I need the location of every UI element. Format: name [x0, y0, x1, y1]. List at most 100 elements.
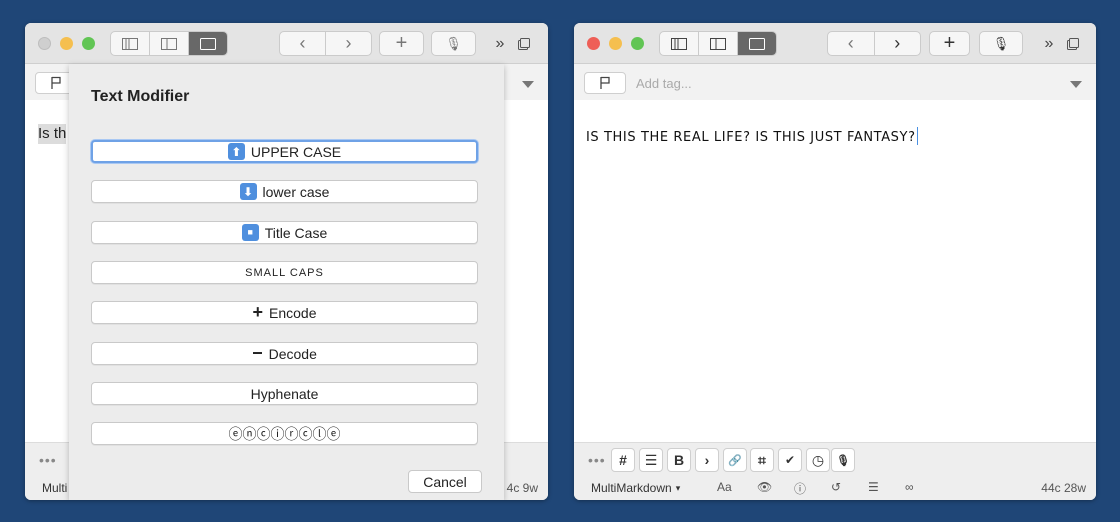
two-pane-icon [161, 37, 177, 50]
plus-icon: + [943, 32, 956, 54]
new-note-button[interactable]: + [929, 31, 970, 56]
chevron-left-icon: ‹ [299, 33, 306, 53]
link-button[interactable]: 🔗 [723, 448, 747, 472]
dictation-toolbar-button[interactable]: 🎙 [831, 448, 855, 472]
text-modifier-dialog: Text Modifier ⬆ UPPER CASE ⬇ lower case … [69, 64, 504, 500]
layout-segmented-control [110, 31, 228, 56]
three-pane-button[interactable] [660, 32, 699, 55]
three-pane-button[interactable] [111, 32, 150, 55]
cancel-button[interactable]: Cancel [408, 470, 482, 493]
close-button[interactable] [587, 37, 600, 50]
single-pane-button[interactable] [738, 32, 776, 55]
two-pane-button[interactable] [150, 32, 189, 55]
button-label: lower case [262, 183, 330, 200]
bold-icon: B [673, 452, 685, 468]
titlebar: ‹ › + 🎙 » [574, 23, 1096, 64]
dictation-button[interactable]: 🎙 [979, 31, 1023, 56]
chevron-right-icon: › [894, 33, 901, 53]
mode-selector[interactable]: Multi [42, 481, 67, 495]
chevron-down-icon: ▾ [675, 482, 681, 493]
chevron-right-icon: › [345, 33, 352, 53]
info-icon[interactable]: ⓘ [794, 480, 806, 497]
flag-button[interactable] [584, 72, 626, 94]
copy-icon[interactable] [1065, 32, 1081, 56]
editor[interactable]: IS THIS THE REAL LIFE? IS THIS JUST FANT… [574, 100, 1096, 442]
overflow-chevrons-icon[interactable]: » [1040, 32, 1058, 56]
small-caps-button[interactable]: SMALL CAPS [91, 261, 478, 284]
tag-dropdown-icon[interactable] [522, 81, 534, 88]
minus-icon: − [252, 343, 263, 363]
lower-case-button[interactable]: ⬇ lower case [91, 180, 478, 203]
font-size-button[interactable]: Aa [717, 480, 732, 494]
text-cursor [916, 127, 918, 145]
eye-icon[interactable]: 👁 [757, 480, 772, 494]
hyphenate-button[interactable]: Hyphenate [91, 382, 478, 405]
bottom-toolbar: ••• # ☰ B › 🔗 ⌗ ✔ ◷ 🎙 [574, 442, 1096, 476]
zoom-button[interactable] [631, 37, 644, 50]
left-window: ‹ › + 🎙 » Is th ••• Multi 4c 9w Text Mod… [25, 23, 548, 500]
history-icon[interactable]: ↺ [831, 480, 841, 494]
status-bar: MultiMarkdown ▾ Aa 👁 ⓘ ↺ ☰ ∞ 44c 28w [574, 476, 1096, 500]
list-icon: ☰ [644, 451, 658, 468]
image-button[interactable]: ⌗ [750, 448, 774, 472]
editor-text: IS THIS THE REAL LIFE? IS THIS JUST FANT… [586, 127, 918, 145]
outline-icon[interactable]: ☰ [868, 480, 879, 494]
todo-button[interactable]: ✔ [778, 448, 802, 472]
word-count: 44c 28w [1041, 481, 1086, 495]
arrow-up-icon: ⬆ [227, 143, 245, 160]
list-button[interactable]: ☰ [639, 448, 663, 472]
dictation-button[interactable]: 🎙 [431, 31, 476, 56]
button-label: Decode [268, 345, 317, 362]
editor-text-content: IS THIS THE REAL LIFE? IS THIS JUST FANT… [586, 130, 916, 145]
tag-input[interactable]: Add tag... [636, 76, 692, 91]
mode-selector[interactable]: MultiMarkdown ▾ [591, 481, 680, 495]
more-icon[interactable]: ••• [588, 452, 606, 468]
three-pane-icon [122, 37, 138, 50]
timestamp-button[interactable]: ◷ [806, 448, 830, 472]
editor-text: Is th [38, 124, 67, 144]
dialog-title: Text Modifier [91, 88, 190, 105]
flag-icon [600, 76, 610, 89]
clock-icon: ◷ [811, 451, 825, 468]
plus-icon: + [395, 32, 408, 54]
button-label: SMALL CAPS [245, 266, 324, 279]
microphone-icon: 🎙 [992, 35, 1010, 51]
single-pane-icon [200, 37, 216, 50]
encode-button[interactable]: + Encode [91, 301, 478, 324]
flag-icon [51, 76, 61, 89]
copy-icon[interactable] [516, 32, 532, 56]
chevron-right-icon: › [704, 452, 710, 468]
close-button[interactable] [38, 37, 51, 50]
link-icon[interactable]: ∞ [905, 480, 914, 494]
microphone-icon: 🎙 [445, 35, 462, 51]
back-button[interactable]: ‹ [828, 32, 875, 55]
hashtag-icon: # [619, 452, 627, 468]
bold-button[interactable]: B [667, 448, 691, 472]
link-icon: 🔗 [728, 454, 742, 467]
forward-button[interactable]: › [326, 32, 371, 55]
tag-bar: Add tag... [574, 64, 1096, 100]
three-pane-icon [671, 37, 687, 50]
minimize-button[interactable] [609, 37, 622, 50]
zoom-button[interactable] [82, 37, 95, 50]
quote-button[interactable]: › [695, 448, 719, 472]
two-pane-button[interactable] [699, 32, 738, 55]
minimize-button[interactable] [60, 37, 73, 50]
mode-label: MultiMarkdown [591, 481, 672, 495]
checkmark-icon: ✔ [784, 453, 796, 467]
forward-button[interactable]: › [875, 32, 921, 55]
upper-case-button[interactable]: ⬆ UPPER CASE [91, 140, 478, 163]
decode-button[interactable]: − Decode [91, 342, 478, 365]
nav-segmented-control: ‹ › [279, 31, 372, 56]
encircle-button[interactable]: ⓔⓝⓒⓘⓡⓒⓛⓔ [91, 422, 478, 445]
overflow-chevrons-icon[interactable]: » [491, 32, 509, 56]
new-note-button[interactable]: + [379, 31, 424, 56]
more-icon[interactable]: ••• [39, 452, 57, 468]
single-pane-icon [749, 37, 765, 50]
tag-dropdown-icon[interactable] [1070, 81, 1082, 88]
single-pane-button[interactable] [189, 32, 227, 55]
button-label: Title Case [264, 224, 328, 241]
back-button[interactable]: ‹ [280, 32, 326, 55]
title-case-button[interactable]: ■ Title Case [91, 221, 478, 244]
hashtag-button[interactable]: # [611, 448, 635, 472]
